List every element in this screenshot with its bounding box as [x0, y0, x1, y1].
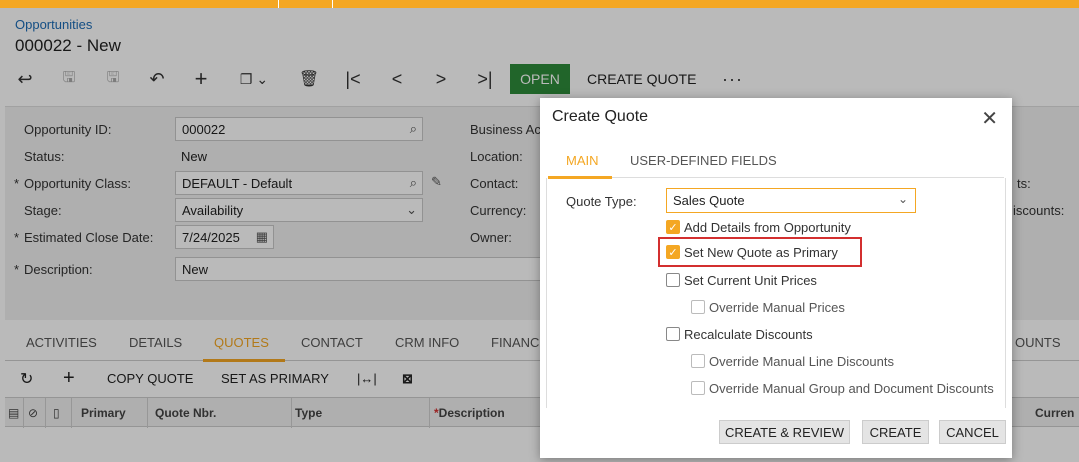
- add-details-checkbox[interactable]: ✓: [666, 220, 680, 234]
- override-line-discounts-label: Override Manual Line Discounts: [709, 353, 894, 369]
- dialog-title: Create Quote: [552, 108, 649, 125]
- chevron-down-icon: ⌄: [897, 192, 908, 206]
- override-manual-prices-label: Override Manual Prices: [709, 299, 845, 315]
- create-quote-dialog: Create Quote ✕ MAIN USER-DEFINED FIELDS …: [540, 98, 1012, 458]
- close-icon[interactable]: ✕: [981, 106, 998, 131]
- override-manual-prices-checkbox[interactable]: [691, 300, 705, 314]
- recalc-discounts-checkbox[interactable]: [666, 327, 680, 341]
- create-button[interactable]: CREATE: [862, 420, 929, 444]
- set-current-prices-option[interactable]: Set Current Unit Prices: [666, 270, 817, 290]
- recalc-discounts-option[interactable]: Recalculate Discounts: [666, 324, 813, 344]
- quote-type-label: Quote Type:: [566, 194, 637, 209]
- top-bar-divider: [278, 0, 279, 8]
- add-details-option[interactable]: ✓ Add Details from Opportunity: [666, 217, 851, 237]
- set-current-prices-label: Set Current Unit Prices: [684, 272, 817, 288]
- set-current-prices-checkbox[interactable]: [666, 273, 680, 287]
- top-bar-divider: [332, 0, 333, 8]
- override-line-discounts-checkbox[interactable]: [691, 354, 705, 368]
- override-group-discounts-checkbox[interactable]: [691, 381, 705, 395]
- override-line-discounts-option[interactable]: Override Manual Line Discounts: [691, 351, 894, 371]
- tab-main[interactable]: MAIN: [566, 153, 599, 168]
- dialog-footer: CREATE & REVIEW CREATE CANCEL: [540, 410, 1012, 458]
- set-primary-option[interactable]: ✓ Set New Quote as Primary: [666, 242, 838, 262]
- cancel-button[interactable]: CANCEL: [939, 420, 1006, 444]
- dialog-body: Quote Type: Sales Quote ⌄ ✓ Add Details …: [546, 178, 1006, 408]
- override-group-discounts-option[interactable]: Override Manual Group and Document Disco…: [691, 378, 994, 398]
- override-group-discounts-label: Override Manual Group and Document Disco…: [709, 380, 994, 396]
- quote-type-select[interactable]: Sales Quote ⌄: [666, 188, 916, 213]
- override-manual-prices-option[interactable]: Override Manual Prices: [691, 297, 845, 317]
- tab-user-defined-fields[interactable]: USER-DEFINED FIELDS: [630, 153, 777, 168]
- set-primary-label: Set New Quote as Primary: [684, 244, 838, 260]
- dialog-tabs: MAIN USER-DEFINED FIELDS: [548, 142, 1004, 179]
- recalc-discounts-label: Recalculate Discounts: [684, 326, 813, 342]
- quote-type-value: Sales Quote: [673, 193, 745, 208]
- create-review-button[interactable]: CREATE & REVIEW: [719, 420, 850, 444]
- top-accent-bar: [0, 0, 1079, 8]
- add-details-label: Add Details from Opportunity: [684, 219, 851, 235]
- set-primary-checkbox[interactable]: ✓: [666, 245, 680, 259]
